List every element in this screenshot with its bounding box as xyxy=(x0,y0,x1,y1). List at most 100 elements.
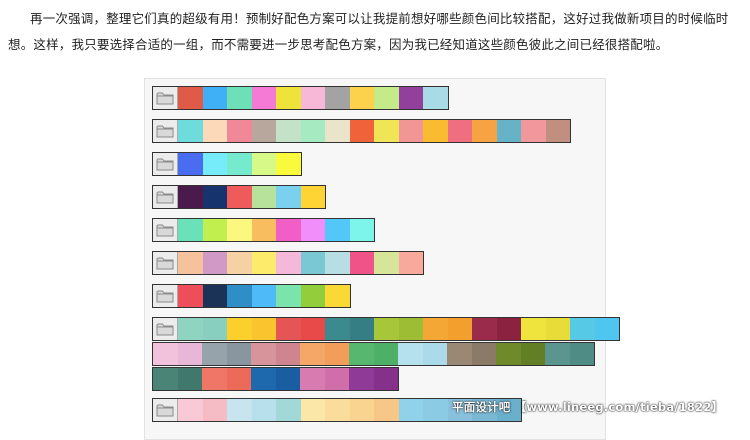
color-swatch xyxy=(276,120,301,142)
color-swatch xyxy=(300,368,325,390)
color-swatch xyxy=(276,87,301,109)
color-swatch xyxy=(447,318,472,340)
color-swatch xyxy=(251,186,276,208)
palette-row xyxy=(152,367,399,391)
color-swatch xyxy=(202,343,227,365)
color-swatch xyxy=(398,318,423,340)
folder-icon xyxy=(153,399,178,421)
palette-row xyxy=(152,119,571,143)
color-swatch xyxy=(349,343,374,365)
folder-icon xyxy=(153,153,178,175)
color-swatch xyxy=(496,343,521,365)
color-swatch xyxy=(300,252,325,274)
folder-icon xyxy=(153,252,178,274)
color-swatch xyxy=(325,87,350,109)
color-swatch xyxy=(178,318,203,340)
color-swatch xyxy=(300,318,325,340)
color-swatch xyxy=(423,87,448,109)
palette-row xyxy=(152,251,424,275)
color-swatch xyxy=(251,252,276,274)
color-swatch xyxy=(178,219,203,241)
color-swatch xyxy=(374,87,399,109)
color-swatch xyxy=(398,120,423,142)
folder-icon xyxy=(153,219,178,241)
color-swatch xyxy=(569,343,594,365)
color-swatch xyxy=(276,252,301,274)
color-swatch xyxy=(325,120,350,142)
color-swatch xyxy=(300,399,325,421)
palette-row xyxy=(152,317,620,341)
color-swatch xyxy=(251,120,276,142)
color-swatch xyxy=(276,219,301,241)
color-swatch xyxy=(227,252,252,274)
color-swatch xyxy=(227,285,252,307)
palette-row xyxy=(152,342,595,366)
color-swatch xyxy=(398,399,423,421)
color-swatch xyxy=(227,318,252,340)
site-watermark: 平面设计吧 【www.lineeg.com/tieba/1822】 xyxy=(452,400,724,414)
color-swatch xyxy=(349,318,374,340)
color-swatch xyxy=(202,399,227,421)
color-swatch xyxy=(227,120,252,142)
color-swatch xyxy=(570,318,595,340)
folder-icon xyxy=(153,186,178,208)
color-swatch xyxy=(423,120,448,142)
palette-row xyxy=(152,284,351,308)
color-swatch xyxy=(178,186,203,208)
folder-icon xyxy=(153,120,178,142)
color-swatch xyxy=(325,399,350,421)
color-swatch xyxy=(178,252,203,274)
color-swatch xyxy=(202,285,227,307)
color-swatch xyxy=(276,318,301,340)
color-swatch xyxy=(300,285,325,307)
color-swatch xyxy=(226,343,251,365)
color-swatch xyxy=(471,343,496,365)
color-swatch xyxy=(349,87,374,109)
color-swatch xyxy=(521,318,546,340)
color-swatch xyxy=(251,399,276,421)
color-swatch xyxy=(177,343,202,365)
color-swatch xyxy=(349,120,374,142)
folder-icon xyxy=(153,285,178,307)
color-swatch xyxy=(398,87,423,109)
color-swatch xyxy=(251,219,276,241)
color-swatch xyxy=(423,399,448,421)
color-swatch xyxy=(545,120,570,142)
color-swatch xyxy=(178,153,203,175)
color-swatch xyxy=(472,120,497,142)
color-swatch xyxy=(276,153,301,175)
color-swatch xyxy=(349,399,374,421)
color-swatch xyxy=(374,399,399,421)
color-swatch xyxy=(496,120,521,142)
color-swatch xyxy=(325,285,350,307)
color-swatch xyxy=(373,368,398,390)
color-swatch xyxy=(300,186,325,208)
color-swatch xyxy=(202,252,227,274)
palette-row xyxy=(152,86,449,110)
color-swatch xyxy=(325,318,350,340)
color-swatch xyxy=(227,87,252,109)
color-swatch xyxy=(349,219,374,241)
color-swatch xyxy=(398,343,423,365)
color-swatch xyxy=(349,368,374,390)
color-swatch xyxy=(202,318,227,340)
color-swatch xyxy=(251,318,276,340)
color-swatch xyxy=(251,87,276,109)
color-swatch xyxy=(153,343,178,365)
color-swatch xyxy=(276,399,301,421)
color-swatch xyxy=(373,343,398,365)
color-swatch xyxy=(374,120,399,142)
color-swatch xyxy=(202,186,227,208)
palette-row xyxy=(152,152,302,176)
palette-row xyxy=(152,218,375,242)
color-swatch xyxy=(178,120,203,142)
color-swatch xyxy=(227,219,252,241)
color-swatch xyxy=(227,399,252,421)
color-swatch xyxy=(276,285,301,307)
color-swatch xyxy=(300,219,325,241)
color-swatch xyxy=(520,343,545,365)
color-swatch xyxy=(251,285,276,307)
color-swatch xyxy=(423,318,448,340)
color-swatch xyxy=(178,87,203,109)
color-swatch xyxy=(202,368,227,390)
